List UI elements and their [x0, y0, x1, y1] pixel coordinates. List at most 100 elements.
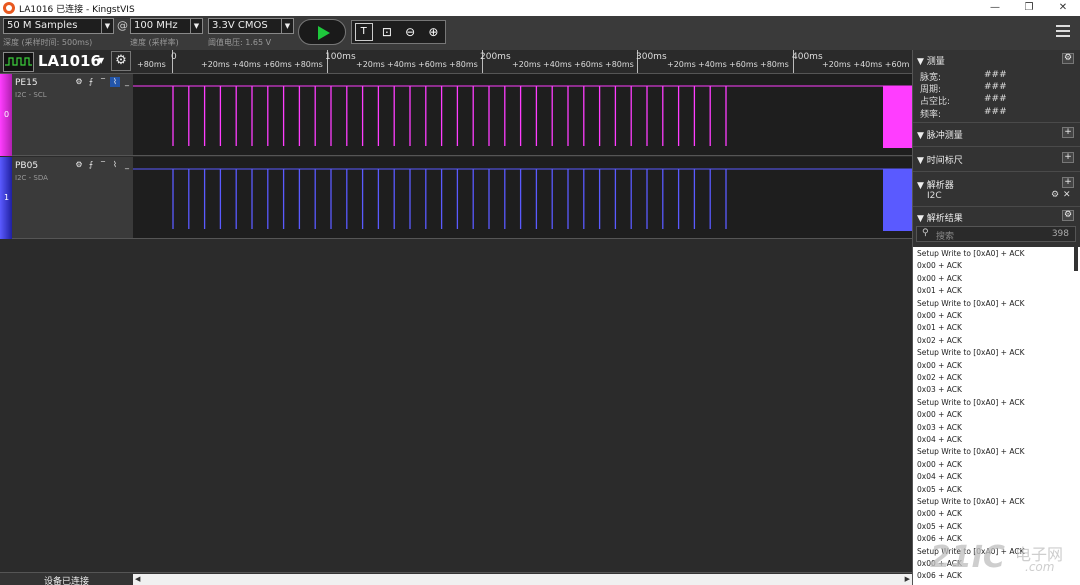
status-bar: 设备已连接 ◀ ▶	[0, 572, 912, 585]
ruler-minor-label: +20ms +40ms +60m	[822, 60, 910, 69]
decode-result-row[interactable]: 0x00 + ACK	[917, 559, 962, 568]
decode-result-row[interactable]: 0x05 + ACK	[917, 485, 962, 494]
decode-result-row[interactable]: 0x00 + ACK	[917, 361, 962, 370]
chevron-down-icon[interactable]: ▼	[101, 19, 113, 33]
analyzer-section-header[interactable]: ▼ 解析器	[917, 178, 954, 191]
decode-result-row[interactable]: 0x06 + ACK	[917, 534, 962, 543]
zoom-out-icon[interactable]: ⊖	[401, 23, 419, 41]
channel-trigger-icons: ⚙ ⨍ ‾ ⌇ _	[74, 77, 132, 87]
zoom-tool-group: T ⊡ ⊖ ⊕	[351, 20, 446, 44]
add-pulse-measure-button[interactable]: +	[1062, 127, 1074, 138]
threshold-select[interactable]: 3.3V CMOS ▼	[208, 18, 294, 34]
start-capture-button[interactable]	[298, 19, 346, 45]
chevron-down-icon[interactable]: ▼	[98, 56, 104, 65]
gear-icon[interactable]: ⚙	[74, 77, 84, 87]
decode-result-row[interactable]: 0x01 + ACK	[917, 323, 962, 332]
analyzer-settings-gear-icon[interactable]: ⚙	[1051, 190, 1059, 200]
threshold-caption: 阈值电压: 1.65 V	[208, 38, 272, 47]
decode-result-row[interactable]: 0x00 + ACK	[917, 460, 962, 469]
sample-rate-select[interactable]: 100 MHz ▼	[130, 18, 203, 34]
horizontal-scrollbar[interactable]: ◀ ▶	[133, 574, 912, 585]
scroll-right-icon[interactable]: ▶	[905, 574, 910, 585]
channel-row-0[interactable]: 0 PE15 I2C - SCL ⚙ ⨍ ‾ ⌇ _	[0, 74, 133, 156]
edge-trigger-icon[interactable]: ⨍	[86, 160, 96, 170]
ruler-minor-label: +20ms	[667, 60, 696, 69]
sample-depth-select[interactable]: 50 M Samples ▼	[3, 18, 114, 34]
ruler-minor-label: +20ms	[512, 60, 541, 69]
device-name[interactable]: LA1016	[38, 52, 101, 70]
divider	[913, 122, 1080, 123]
decode-result-row[interactable]: Setup Write to [0xA0] + ACK	[917, 497, 1024, 506]
low-level-trigger-icon[interactable]: _	[122, 160, 132, 170]
scroll-left-icon[interactable]: ◀	[135, 574, 140, 585]
decode-result-row[interactable]: Setup Write to [0xA0] + ACK	[917, 547, 1024, 556]
minimize-button[interactable]: —	[978, 0, 1012, 16]
add-time-ruler-button[interactable]: +	[1062, 152, 1074, 163]
decode-result-row[interactable]: 0x03 + ACK	[917, 423, 962, 432]
low-level-trigger-icon[interactable]: _	[122, 77, 132, 87]
time-ruler[interactable]: +80ms 0 +20ms +40ms +60ms +80ms 100ms +2…	[133, 50, 912, 74]
results-search-input[interactable]: ⚲ 搜索 398	[916, 226, 1076, 242]
channel-name[interactable]: PB05	[15, 161, 38, 171]
high-level-trigger-icon[interactable]: ‾	[98, 160, 108, 170]
close-button[interactable]: ✕	[1046, 0, 1080, 16]
ruler-minor-label: +60ms	[729, 60, 758, 69]
zoom-fit-icon[interactable]: ⊡	[378, 23, 396, 41]
measure-settings-gear-icon[interactable]: ⚙	[1062, 53, 1074, 64]
waveform-icon[interactable]	[3, 52, 34, 72]
decode-result-row[interactable]: 0x04 + ACK	[917, 472, 962, 481]
decode-result-row[interactable]: Setup Write to [0xA0] + ACK	[917, 398, 1024, 407]
window-title: LA1016 已连接 - KingstVIS	[19, 4, 135, 15]
decode-results-section-header[interactable]: ▼ 解析结果	[917, 211, 963, 224]
restore-button[interactable]: ❐	[1012, 0, 1046, 16]
decode-result-row[interactable]: 0x00 + ACK	[917, 261, 962, 270]
signal-dense-block	[883, 169, 912, 231]
decode-result-row[interactable]: 0x03 + ACK	[917, 385, 962, 394]
remove-analyzer-close-icon[interactable]: ✕	[1063, 190, 1071, 200]
add-analyzer-button[interactable]: +	[1062, 177, 1074, 188]
sda-waveform-svg	[133, 168, 912, 231]
edge-trigger-icon[interactable]: ⨍	[86, 77, 96, 87]
measure-section-header[interactable]: ▼ 测量	[917, 54, 945, 67]
decode-result-row[interactable]: 0x06 + ACK	[917, 571, 962, 580]
pulse-measure-section-header[interactable]: ▼ 脉冲测量	[917, 128, 963, 141]
results-settings-gear-icon[interactable]: ⚙	[1062, 210, 1074, 221]
text-tool-icon[interactable]: T	[354, 23, 373, 41]
high-level-trigger-icon[interactable]: ‾	[98, 77, 108, 87]
chevron-down-icon[interactable]: ▼	[190, 19, 202, 33]
decode-result-row[interactable]: 0x00 + ACK	[917, 274, 962, 283]
device-bar: LA1016 ▼ ⚙	[0, 50, 133, 74]
decode-results-list[interactable]: Setup Write to [0xA0] + ACK 0x00 + ACK 0x0…	[913, 247, 1080, 585]
zoom-in-icon[interactable]: ⊕	[424, 23, 442, 41]
channel-waveform-sda[interactable]	[133, 157, 912, 239]
channel-waveform-scl[interactable]	[133, 74, 912, 156]
time-ruler-section-header[interactable]: ▼ 时间标尺	[917, 153, 963, 166]
decode-result-row[interactable]: 0x02 + ACK	[917, 336, 962, 345]
decode-result-row[interactable]: Setup Write to [0xA0] + ACK	[917, 348, 1024, 357]
gear-icon[interactable]: ⚙	[74, 160, 84, 170]
channel-row-1[interactable]: 1 PB05 I2C - SDA ⚙ ⨍ ‾ ⌇ _	[0, 157, 133, 239]
decode-result-row[interactable]: 0x05 + ACK	[917, 522, 962, 531]
decode-result-row[interactable]: 0x02 + ACK	[917, 373, 962, 382]
results-scrollbar[interactable]	[1074, 247, 1078, 271]
decode-result-row[interactable]: 0x04 + ACK	[917, 435, 962, 444]
channel-trigger-icons: ⚙ ⨍ ‾ ⌇ _	[74, 160, 132, 170]
analyzer-item-i2c[interactable]: I2C	[927, 191, 942, 201]
ruler-major-label: 400ms	[792, 52, 823, 62]
right-panel: ▼ 测量 ⚙ 脉宽: ### 周期: ### 占空比: ### 频率: ### …	[912, 50, 1080, 585]
falling-edge-trigger-icon[interactable]: ⌇	[110, 77, 120, 87]
device-settings-gear-icon[interactable]: ⚙	[111, 51, 131, 71]
decode-result-row[interactable]: 0x00 + ACK	[917, 311, 962, 320]
decode-result-row[interactable]: Setup Write to [0xA0] + ACK	[917, 447, 1024, 456]
at-symbol: @	[117, 19, 128, 32]
channel-name[interactable]: PE15	[15, 78, 38, 88]
hamburger-menu-icon[interactable]	[1056, 25, 1070, 37]
decode-result-row[interactable]: Setup Write to [0xA0] + ACK	[917, 299, 1024, 308]
decode-result-row[interactable]: 0x00 + ACK	[917, 509, 962, 518]
falling-edge-trigger-icon[interactable]: ⌇	[110, 160, 120, 170]
decode-result-row[interactable]: 0x00 + ACK	[917, 410, 962, 419]
decode-result-row[interactable]: Setup Write to [0xA0] + ACK	[917, 249, 1024, 258]
decode-result-row[interactable]: 0x01 + ACK	[917, 286, 962, 295]
measure-label: 占空比:	[920, 97, 951, 107]
chevron-down-icon[interactable]: ▼	[281, 19, 293, 33]
